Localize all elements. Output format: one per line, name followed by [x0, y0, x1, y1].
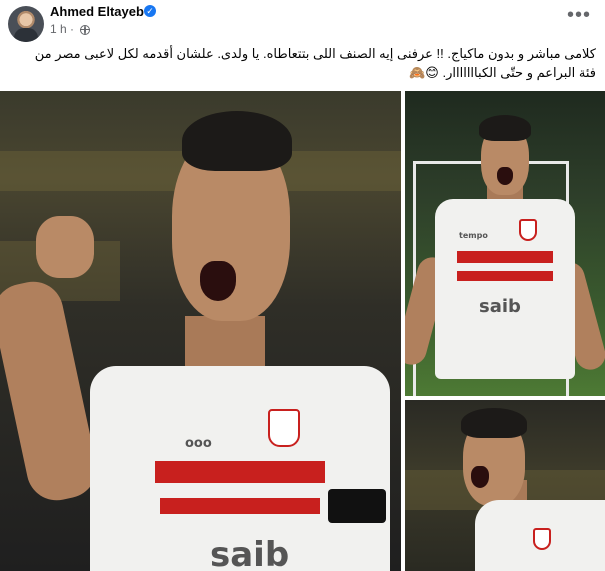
- player-fist: [36, 216, 94, 278]
- jersey-sponsor: saib: [210, 535, 290, 571]
- more-options-icon[interactable]: •••: [565, 5, 593, 28]
- player-mouth: [497, 167, 513, 185]
- club-crest: [519, 219, 537, 241]
- player-jersey: [435, 199, 575, 379]
- avatar-shirt: [14, 28, 38, 42]
- club-crest: [533, 528, 551, 550]
- jersey-stripe: [160, 498, 320, 514]
- jersey-brand: ooo: [185, 436, 212, 451]
- jersey-sponsor: saib: [479, 296, 521, 317]
- verified-icon: ✓: [144, 5, 156, 17]
- player-mouth: [471, 466, 489, 488]
- player-hair: [461, 408, 527, 438]
- post-caption: كلامى مباشر و بدون ماكياج. !! عرفنى إيه …: [34, 46, 596, 80]
- author-name[interactable]: Ahmed Eltayeb: [50, 4, 144, 19]
- jersey-brand: tempo: [459, 231, 488, 240]
- player-hair: [479, 115, 531, 141]
- player-hair: [182, 111, 292, 171]
- post-photo-side-1[interactable]: saib tempo: [405, 91, 605, 396]
- post-timestamp[interactable]: 1 h ·: [50, 22, 74, 36]
- jersey-stripe: [155, 461, 325, 483]
- club-crest: [268, 409, 300, 447]
- globe-icon: [80, 25, 90, 35]
- player-mouth: [200, 261, 236, 301]
- post-photo-side-2[interactable]: [405, 400, 605, 571]
- facebook-post: Ahmed Eltayeb ✓ 1 h · ••• كلامى مباشر و …: [0, 0, 605, 571]
- jersey-stripe: [457, 271, 553, 281]
- jersey-stripe: [457, 251, 553, 263]
- captain-armband: [328, 489, 386, 523]
- post-photo-main[interactable]: saib ooo: [0, 91, 401, 571]
- player-arm: [0, 276, 103, 506]
- avatar[interactable]: [8, 6, 44, 42]
